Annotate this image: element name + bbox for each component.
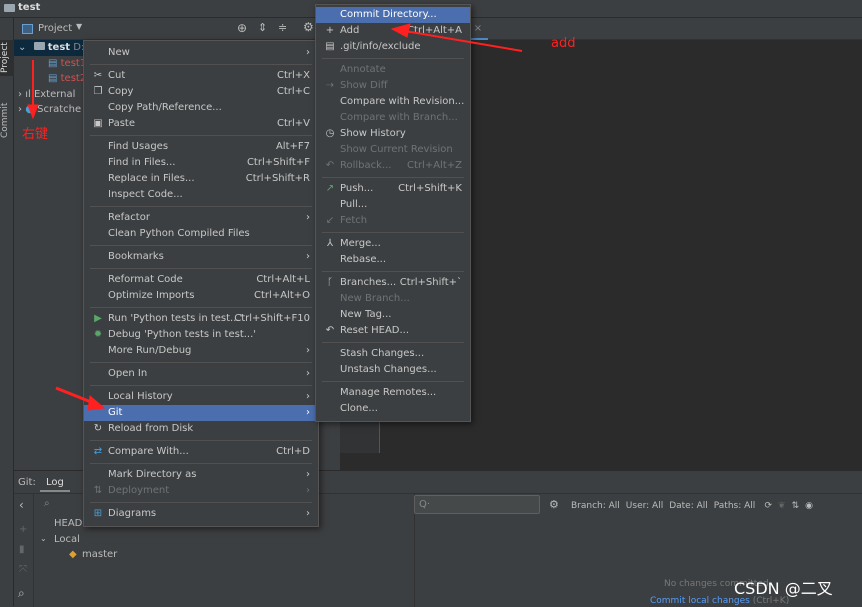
- annotation-arrows: [27, 23, 523, 411]
- annotation-add: add: [551, 36, 575, 51]
- arrow-head: [87, 395, 106, 411]
- annotation-layer: 右键 add: [22, 23, 575, 411]
- annotation-right-click: 右键: [22, 127, 48, 142]
- arrow-add: [404, 30, 523, 52]
- arrow-head: [27, 104, 39, 120]
- arrow-head: [390, 23, 411, 38]
